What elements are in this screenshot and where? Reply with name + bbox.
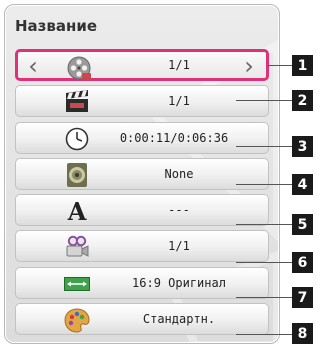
aspect-ratio-value: 16:9 Оригинал	[132, 275, 226, 290]
callout-pointer-3	[236, 146, 292, 147]
callout-pointer-8	[236, 334, 292, 335]
option-panel: Название ‹ 1/1 › 1/1 0:00:11/0:06:36 Non…	[4, 4, 280, 344]
callout-7: 7	[292, 287, 313, 308]
chapter-value: 1/1	[168, 94, 190, 109]
option-row-aspect-ratio[interactable]: 16:9 Оригинал	[15, 266, 269, 299]
title-value: 1/1	[168, 58, 190, 72]
callout-pointer-1	[268, 65, 292, 66]
callout-8: 8	[292, 323, 313, 344]
film-reel-icon	[66, 55, 92, 81]
aspect-ratio-icon	[64, 271, 90, 297]
option-row-angle[interactable]: 1/1	[15, 230, 269, 263]
picture-mode-value: Стандартн.	[142, 312, 216, 327]
subtitle-value: ---	[168, 203, 190, 218]
callout-6: 6	[292, 252, 313, 273]
callout-pointer-4	[236, 184, 292, 185]
option-row-chapter[interactable]: 1/1	[15, 85, 269, 118]
time-value: 0:00:11/0:06:36	[119, 130, 229, 145]
option-row-picture-mode[interactable]: Стандартн.	[15, 303, 269, 336]
option-row-time[interactable]: 0:00:11/0:06:36	[15, 121, 269, 154]
panel-title: Название	[15, 17, 98, 35]
option-row-audio[interactable]: None	[15, 157, 269, 190]
chevron-right-icon[interactable]: ›	[238, 54, 260, 78]
callout-3: 3	[292, 136, 313, 157]
subtitle-letter-icon: A	[64, 198, 90, 224]
callout-4: 4	[292, 174, 313, 195]
callout-1: 1	[292, 55, 313, 76]
option-row-subtitle[interactable]: A ---	[15, 194, 269, 227]
callout-pointer-5	[236, 224, 292, 225]
speaker-icon	[64, 162, 90, 188]
callout-pointer-7	[236, 297, 292, 298]
camera-angle-icon	[64, 234, 90, 260]
option-list: ‹ 1/1 › 1/1 0:00:11/0:06:36 None A --- 1…	[15, 49, 269, 339]
callout-2: 2	[292, 90, 313, 111]
callout-pointer-6	[236, 262, 292, 263]
callout-pointer-2	[236, 100, 292, 101]
palette-icon	[64, 307, 90, 333]
clapperboard-icon	[64, 89, 90, 115]
svg-text:A: A	[67, 198, 87, 224]
option-row-title[interactable]: ‹ 1/1 ›	[15, 49, 269, 81]
chevron-left-icon[interactable]: ‹	[22, 54, 44, 78]
angle-value: 1/1	[168, 239, 190, 254]
callout-5: 5	[292, 214, 313, 235]
